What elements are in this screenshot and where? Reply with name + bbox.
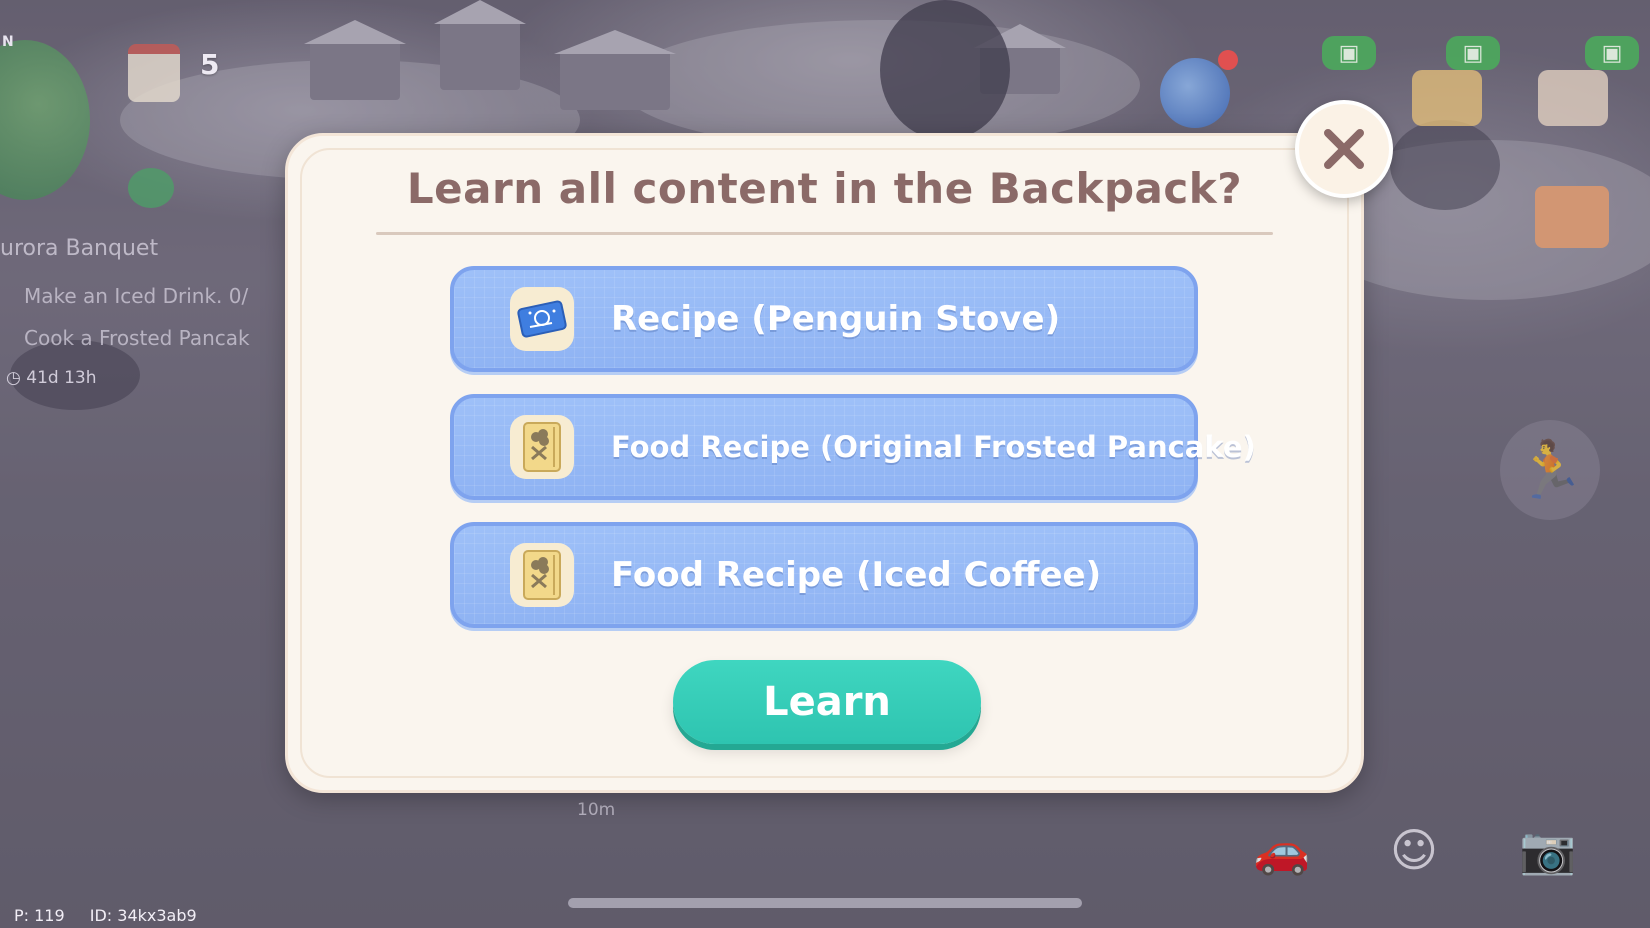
close-icon	[1324, 129, 1364, 169]
shop-icon[interactable]	[1412, 70, 1482, 126]
quest-task[interactable]: Cook a Frosted Pancak	[24, 326, 250, 350]
player-info: P: 119 ID: 34kx3ab9	[14, 906, 217, 925]
distance-label: 10m	[577, 800, 616, 820]
food-recipe-icon	[510, 415, 574, 479]
learn-button[interactable]: Learn	[673, 660, 981, 744]
learn-dialog: Learn all content in the Backpack? Recip…	[285, 133, 1364, 793]
dialog-title: Learn all content in the Backpack?	[406, 164, 1243, 213]
event-calendar-icon[interactable]	[128, 44, 180, 102]
backpack-item-penguin-stove[interactable]: Recipe (Penguin Stove)	[450, 266, 1198, 372]
backpack-item-iced-coffee[interactable]: Food Recipe (Iced Coffee)	[450, 522, 1198, 628]
player-p: P: 119	[14, 906, 65, 925]
quest-title[interactable]: urora Banquet	[0, 236, 158, 261]
store-icon[interactable]	[1538, 70, 1608, 126]
globe-icon[interactable]	[1160, 58, 1230, 128]
quest-task[interactable]: Make an Iced Drink. 0/	[24, 284, 248, 308]
divider	[376, 232, 1273, 235]
item-label: Food Recipe (Iced Coffee)	[611, 555, 1102, 595]
player-id: ID: 34kx3ab9	[89, 906, 197, 925]
gift-icon[interactable]: ▣	[1585, 36, 1639, 70]
emote-icon[interactable]: ☺	[1382, 818, 1446, 882]
item-label: Recipe (Penguin Stove)	[611, 299, 1061, 339]
home-indicator[interactable]	[568, 898, 1082, 908]
item-label: Food Recipe (Original Frosted Pancake)	[611, 430, 1256, 464]
compass-label: N	[2, 34, 14, 50]
gift-icon[interactable]: ▣	[1446, 36, 1500, 70]
jump-button[interactable]: 🏃	[1500, 420, 1600, 520]
car-icon[interactable]: 🚗	[1250, 818, 1314, 882]
event-count: 5	[200, 48, 220, 81]
home-icon[interactable]	[1535, 186, 1609, 248]
food-recipe-icon	[510, 543, 574, 607]
camera-icon[interactable]: 📷	[1516, 818, 1580, 882]
backpack-item-frosted-pancake[interactable]: Food Recipe (Original Frosted Pancake)	[450, 394, 1256, 500]
quest-timer: ◷ 41d 13h	[6, 368, 97, 388]
rainbow-icon[interactable]	[128, 168, 174, 208]
quest-timer-text: 41d 13h	[26, 368, 97, 388]
gift-icon[interactable]: ▣	[1322, 36, 1376, 70]
blueprint-icon	[510, 287, 574, 351]
close-button[interactable]	[1295, 100, 1393, 198]
notification-dot	[1218, 50, 1238, 70]
